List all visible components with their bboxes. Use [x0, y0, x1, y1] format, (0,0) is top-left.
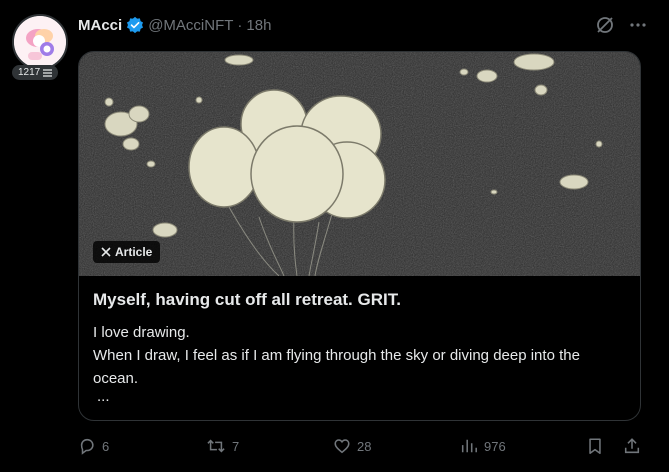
share-button[interactable] [623, 437, 641, 455]
x-logo-icon [101, 247, 111, 257]
grok-icon[interactable] [595, 15, 615, 35]
author-avatar[interactable] [12, 14, 68, 70]
reply-button[interactable]: 6 [78, 437, 109, 455]
badge-count-value: 1217 [18, 67, 41, 78]
article-cover-image: Article [79, 52, 640, 276]
article-body-line: When I draw, I feel as if I am flying th… [93, 347, 580, 387]
repost-button[interactable]: 7 [206, 437, 239, 455]
bookmark-icon [589, 438, 601, 454]
like-button[interactable]: 28 [333, 437, 371, 455]
post-header: MAcci @MAcciNFT · 18h [78, 14, 647, 36]
follower-badge: 1217 [12, 65, 59, 80]
like-count: 28 [357, 438, 372, 454]
article-chip-label: Article [115, 245, 153, 259]
article-card[interactable]: Article Myself, having cut off all retre… [78, 51, 641, 421]
verified-badge-icon [126, 16, 144, 34]
post-time[interactable]: 18h [246, 17, 271, 34]
separator-dot: · [237, 16, 243, 34]
avatar-image [14, 16, 66, 68]
author-handle[interactable]: @MAcciNFT [148, 17, 233, 34]
reply-count: 6 [102, 438, 110, 454]
heart-icon [334, 439, 350, 454]
views-count: 976 [484, 438, 506, 454]
avatar [12, 14, 68, 70]
views-button[interactable]: 976 [460, 437, 506, 455]
views-chart-icon [461, 439, 477, 453]
article-body-line: I love drawing. [93, 324, 190, 341]
repost-icon [207, 439, 225, 453]
action-bar: 6 7 28 976 [78, 434, 641, 458]
more-icon[interactable] [629, 16, 647, 34]
article-body: I love drawing. When I draw, I feel as i… [93, 321, 626, 390]
bookmark-button[interactable] [587, 437, 603, 455]
author-name[interactable]: MAcci [78, 17, 122, 34]
article-ellipsis: ... [97, 388, 110, 405]
article-title: Myself, having cut off all retreat. GRIT… [93, 290, 401, 309]
share-icon [624, 438, 640, 454]
repost-count: 7 [232, 438, 240, 454]
reply-icon [80, 438, 94, 455]
article-chip: Article [93, 241, 161, 263]
stack-icon [43, 68, 53, 77]
